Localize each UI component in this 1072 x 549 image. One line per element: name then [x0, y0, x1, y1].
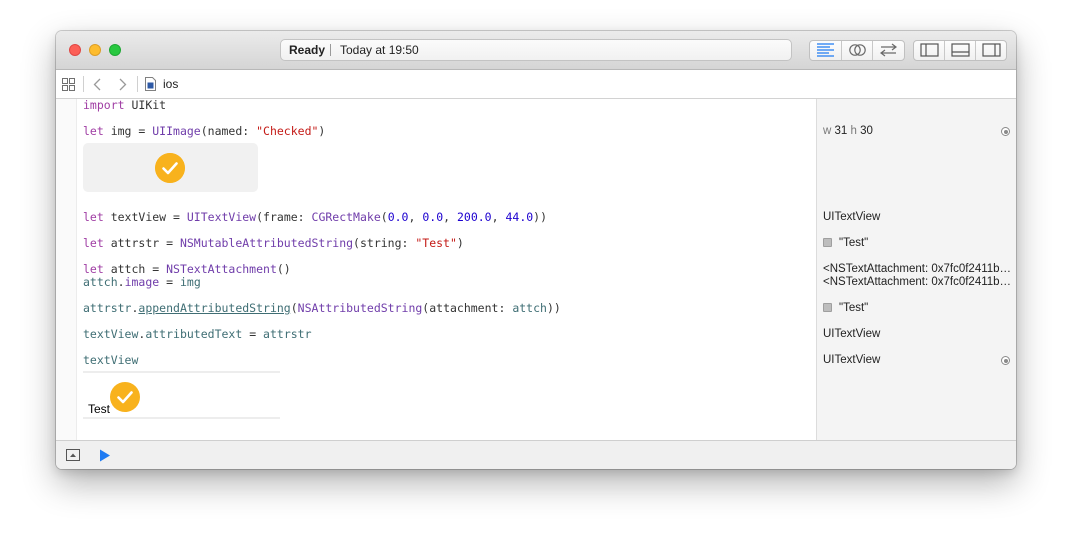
result-textview: UITextView — [823, 211, 881, 223]
debug-bar — [56, 440, 1016, 469]
nav-separator — [137, 76, 138, 92]
status-ready: Ready — [289, 43, 326, 57]
related-items-button[interactable] — [62, 70, 76, 98]
navigator-toggle-button[interactable] — [914, 41, 945, 60]
line-gutter — [56, 99, 77, 440]
result-attrstr: "Test" — [823, 237, 1015, 250]
hide-debug-area-icon[interactable] — [66, 449, 80, 461]
status-separator — [330, 44, 331, 56]
assistant-editor-button[interactable] — [842, 41, 874, 60]
playground-file-icon — [145, 77, 156, 91]
zoom-button[interactable] — [109, 44, 121, 56]
debug-area-toggle-icon — [951, 43, 970, 57]
code-line-8: textView.attributedText = attrstr — [83, 327, 312, 341]
code-line-3: let textView = UITextView(frame: CGRectM… — [83, 210, 548, 224]
code-line-4: let attrstr = NSMutableAttributedString(… — [83, 236, 464, 250]
version-editor-icon — [880, 43, 898, 57]
checkmark-icon — [155, 153, 185, 183]
code-line-2: let img = UIImage(named: "Checked") — [83, 124, 326, 138]
breadcrumb-file-name[interactable]: ios — [163, 77, 178, 91]
forward-icon — [119, 78, 127, 91]
standard-editor-button[interactable] — [810, 41, 842, 60]
assistant-editor-icon — [848, 44, 866, 56]
code-line-1: import UIKit — [83, 98, 167, 112]
title-bar: Ready Today at 19:50 — [56, 31, 1016, 70]
checkmark-icon — [110, 382, 140, 412]
version-editor-button[interactable] — [873, 41, 904, 60]
textview-preview: Test — [83, 371, 280, 419]
result-append: "Test" — [823, 302, 1015, 315]
result-image-size: w 31 h 30 — [823, 125, 873, 137]
code-line-6: attch.image = img — [83, 275, 201, 289]
playground-file-item[interactable] — [145, 70, 157, 98]
run-icon[interactable] — [99, 449, 111, 462]
standard-editor-icon — [817, 43, 834, 57]
code-line-7: attrstr.appendAttributedString(NSAttribu… — [83, 301, 561, 315]
editor-mode-control — [809, 40, 905, 61]
status-time: Today at 19:50 — [340, 43, 419, 57]
playground-window: Ready Today at 19:50 ios import UIKit le… — [56, 31, 1016, 469]
image-preview — [83, 143, 258, 192]
jump-bar: ios — [56, 70, 1016, 99]
activity-status: Ready Today at 19:50 — [280, 39, 792, 61]
back-button[interactable] — [91, 70, 105, 98]
string-icon — [823, 238, 832, 247]
result-attachment-1: <NSTextAttachment: 0x7fc0f2411b6… — [823, 263, 1015, 275]
forward-button[interactable] — [116, 70, 130, 98]
textview-bottom-border — [83, 417, 280, 419]
minimize-button[interactable] — [89, 44, 101, 56]
textview-text: Test — [88, 402, 111, 416]
utilities-toggle-button[interactable] — [976, 41, 1006, 60]
debug-area-toggle-button[interactable] — [945, 41, 976, 60]
result-attachment-2: <NSTextAttachment: 0x7fc0f2411b6… — [823, 276, 1015, 288]
back-icon — [93, 78, 101, 91]
quick-look-icon[interactable] — [1001, 356, 1010, 365]
quick-look-icon[interactable] — [1001, 127, 1010, 136]
code-editor[interactable]: import UIKit let img = UIImage(named: "C… — [56, 99, 816, 440]
close-button[interactable] — [69, 44, 81, 56]
code-line-9: textView — [83, 353, 139, 367]
nav-separator — [83, 76, 84, 92]
utilities-toggle-icon — [982, 43, 1001, 57]
related-items-icon — [62, 78, 75, 91]
string-icon — [823, 303, 832, 312]
result-textview-2: UITextView — [823, 354, 881, 366]
textview-top-border — [83, 371, 280, 373]
results-sidebar: w 31 h 30 UITextView "Test" <NSTextAttac… — [816, 99, 1016, 440]
result-assign: UITextView — [823, 328, 881, 340]
navigator-toggle-icon — [920, 43, 939, 57]
view-toggle-control — [913, 40, 1007, 61]
